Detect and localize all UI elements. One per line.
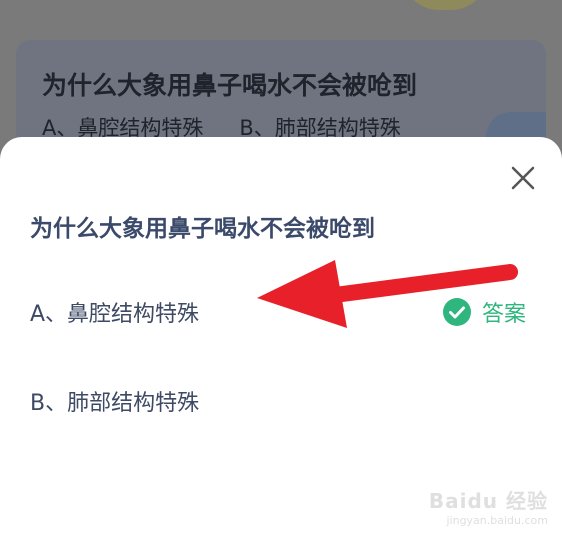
answer-label: 答案	[482, 302, 527, 327]
answer-indicator: 答案	[442, 296, 526, 328]
check-circle-icon	[443, 298, 471, 326]
close-icon	[511, 166, 535, 190]
option-a[interactable]: A、鼻腔结构特殊 答案	[0, 282, 562, 342]
close-button[interactable]	[506, 161, 540, 195]
option-b[interactable]: B、肺部结构特殊	[0, 371, 562, 431]
background-decoration	[400, 0, 490, 10]
question-title: 为什么大象用鼻子喝水不会被呛到	[30, 216, 375, 242]
option-a-label: A、鼻腔结构特殊	[30, 302, 200, 327]
answer-dialog: 为什么大象用鼻子喝水不会被呛到 A、鼻腔结构特殊 答案 B、肺部结构特殊	[0, 137, 562, 541]
background-question-title: 为什么大象用鼻子喝水不会被呛到	[42, 71, 418, 100]
option-b-label: B、肺部结构特殊	[30, 391, 200, 416]
